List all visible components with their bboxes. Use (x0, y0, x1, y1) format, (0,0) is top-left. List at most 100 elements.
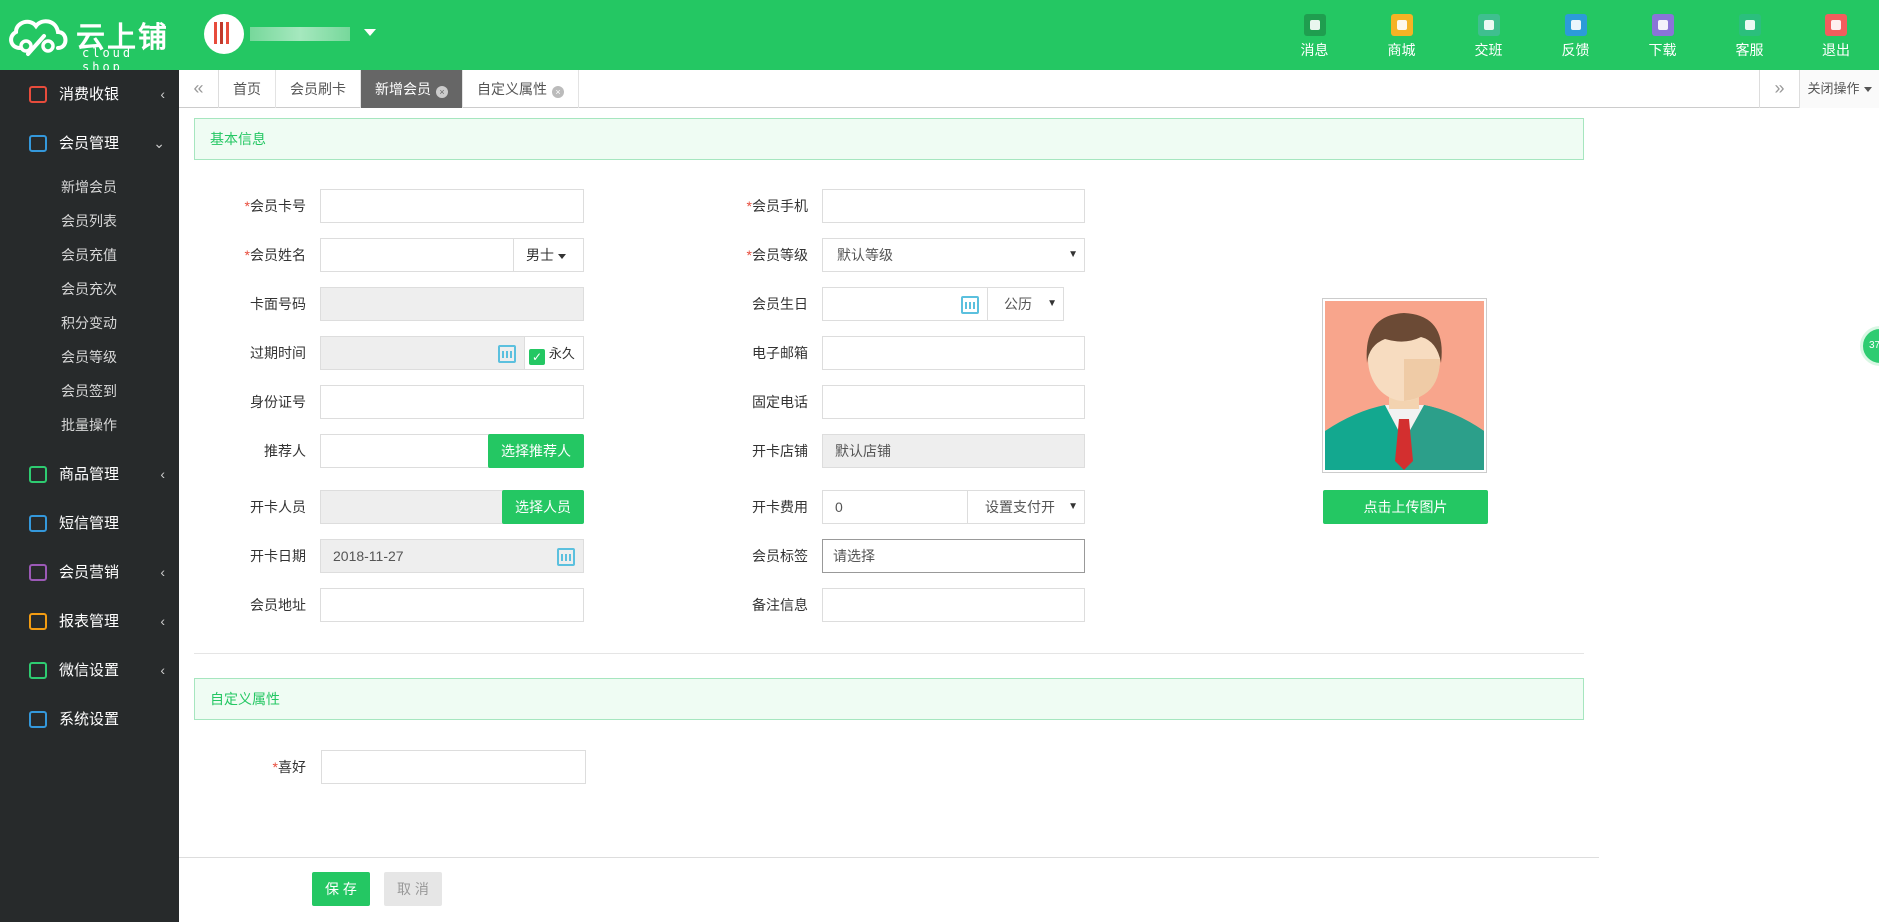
sidebar-item-label: 微信设置 (59, 662, 120, 679)
select-referrer-button[interactable]: 选择推荐人 (488, 434, 584, 468)
sidebar-item-label: 会员营销 (59, 564, 120, 581)
phone-label: 固定电话 (752, 394, 808, 410)
tab-3[interactable]: 自定义属性 × (463, 70, 579, 108)
toolbar-button-6[interactable]: 退出 (1793, 0, 1879, 70)
staff-input (320, 490, 504, 524)
user-name-blurred (250, 27, 350, 41)
swap-arrows-icon (1477, 14, 1500, 36)
submenu-item[interactable]: 会员列表 (0, 204, 179, 238)
chevron-icon: ‹ (160, 86, 165, 102)
submenu-item[interactable]: 会员充次 (0, 272, 179, 306)
toolbar-button-4[interactable]: 下载 (1619, 0, 1706, 70)
store-input: 默认店铺 (822, 434, 1085, 468)
wechat-icon (29, 662, 47, 679)
mobile-input[interactable] (822, 189, 1085, 223)
address-input[interactable] (320, 588, 584, 622)
toolbar-button-5[interactable]: 客服 (1706, 0, 1793, 70)
toolbar-button-1[interactable]: 商城 (1358, 0, 1445, 70)
download-icon (1651, 14, 1674, 36)
power-icon (1825, 14, 1847, 36)
submenu-item[interactable]: 会员签到 (0, 374, 179, 408)
toolbar-label: 交班 (1474, 42, 1503, 58)
save-button[interactable]: 保 存 (312, 872, 370, 906)
id-card-input[interactable] (320, 385, 584, 419)
sidebar-item-label: 会员管理 (59, 135, 120, 152)
tabs-scroll-right-icon[interactable]: » (1759, 70, 1799, 108)
support-agent-icon (1738, 14, 1761, 36)
tabs-scroll-left-icon[interactable]: « (179, 70, 219, 108)
floating-badge[interactable]: 37 (1860, 326, 1879, 366)
hobby-input[interactable] (321, 750, 586, 784)
close-icon[interactable]: × (436, 86, 448, 98)
tags-select[interactable]: 请选择 (822, 539, 1085, 573)
tab-label: 新增会员 (375, 81, 431, 97)
submenu-item[interactable]: 新增会员 (0, 170, 179, 204)
name-label: *会员姓名 (244, 247, 306, 263)
store-label: 开卡店铺 (752, 443, 808, 459)
sidebar: 消费收银 ‹ 会员管理 ⌄ 新增会员 会员列表 会员充值 会员充次 积分变动 会员等级 会员签到 批量… (0, 70, 179, 922)
goods-icon (29, 466, 47, 483)
face-no-input (320, 287, 584, 321)
sidebar-item-0[interactable]: 消费收银 ‹ (0, 70, 179, 119)
gender-select[interactable]: 男士 (513, 238, 584, 272)
phone-input[interactable] (822, 385, 1085, 419)
chevron-down-icon (364, 29, 376, 36)
tags-label: 会员标签 (752, 548, 808, 564)
sidebar-item-label: 消费收银 (59, 86, 120, 103)
sidebar-item-5[interactable]: 报表管理 ‹ (0, 597, 179, 646)
upload-photo-button[interactable]: 点击上传图片 (1323, 490, 1488, 524)
cancel-button[interactable]: 取 消 (384, 872, 442, 906)
tab-2[interactable]: 新增会员 × (361, 70, 463, 108)
open-date-input[interactable]: 2018-11-27 (320, 539, 584, 573)
sidebar-item-1[interactable]: 会员管理 ⌄ (0, 119, 179, 168)
name-input[interactable] (320, 238, 515, 272)
shop-bag-icon (1390, 14, 1413, 36)
brand-logo[interactable]: 云上铺 cloud shop (6, 12, 176, 74)
sidebar-item-7[interactable]: 系统设置 (0, 695, 179, 744)
avatar (204, 14, 244, 54)
top-toolbar: 消息 商城 交班 反馈 下载 客服 退出 (1271, 0, 1879, 70)
email-input[interactable] (822, 336, 1085, 370)
referrer-input[interactable] (320, 434, 490, 468)
fee-input[interactable]: 0 (822, 490, 969, 524)
sidebar-item-3[interactable]: 短信管理 (0, 499, 179, 548)
select-staff-button[interactable]: 选择人员 (502, 490, 584, 524)
submenu-item[interactable]: 会员充值 (0, 238, 179, 272)
open-date-label: 开卡日期 (250, 548, 306, 564)
sidebar-item-2[interactable]: 商品管理 ‹ (0, 450, 179, 499)
forever-checkbox[interactable]: ✓ 永久 (524, 336, 584, 370)
paper-plane-icon (1303, 14, 1326, 36)
sidebar-item-4[interactable]: 会员营销 ‹ (0, 548, 179, 597)
toolbar-button-0[interactable]: 消息 (1271, 0, 1358, 70)
submenu-item[interactable]: 会员等级 (0, 340, 179, 374)
member-photo (1322, 298, 1487, 473)
remark-input[interactable] (822, 588, 1085, 622)
calendar-icon[interactable] (961, 296, 979, 314)
pay-setting-select[interactable]: 设置支付开 ▼ (967, 490, 1085, 524)
submenu-item[interactable]: 积分变动 (0, 306, 179, 340)
toolbar-label: 下载 (1648, 42, 1677, 58)
calendar-type-select[interactable]: 公历 ▼ (987, 287, 1064, 321)
mobile-label: *会员手机 (746, 198, 808, 214)
card-no-input[interactable] (320, 189, 584, 223)
toolbar-button-3[interactable]: 反馈 (1532, 0, 1619, 70)
tab-list: 首页 会员刷卡 新增会员 × 自定义属性 × (219, 70, 579, 108)
staff-label: 开卡人员 (250, 499, 306, 515)
tab-label: 会员刷卡 (290, 81, 346, 97)
close-icon[interactable]: × (552, 86, 564, 98)
tab-label: 首页 (233, 81, 261, 97)
close-operations-label: 关闭操作 (1807, 81, 1860, 96)
top-bar: 云上铺 cloud shop 消息 商城 交班 反馈 下载 客服 退出 (0, 0, 1879, 74)
members-icon (29, 135, 47, 152)
level-select[interactable]: 默认等级 ▼ (822, 238, 1085, 272)
calendar-icon[interactable] (557, 548, 575, 566)
calendar-icon[interactable] (498, 345, 516, 363)
tab-0[interactable]: 首页 (219, 70, 276, 108)
tab-1[interactable]: 会员刷卡 (276, 70, 361, 108)
toolbar-button-2[interactable]: 交班 (1445, 0, 1532, 70)
sidebar-item-label: 报表管理 (59, 613, 120, 630)
sidebar-item-6[interactable]: 微信设置 ‹ (0, 646, 179, 695)
submenu-item[interactable]: 批量操作 (0, 408, 179, 442)
close-operations-dropdown[interactable]: 关闭操作 (1799, 70, 1879, 108)
id-card-label: 身份证号 (250, 394, 306, 410)
